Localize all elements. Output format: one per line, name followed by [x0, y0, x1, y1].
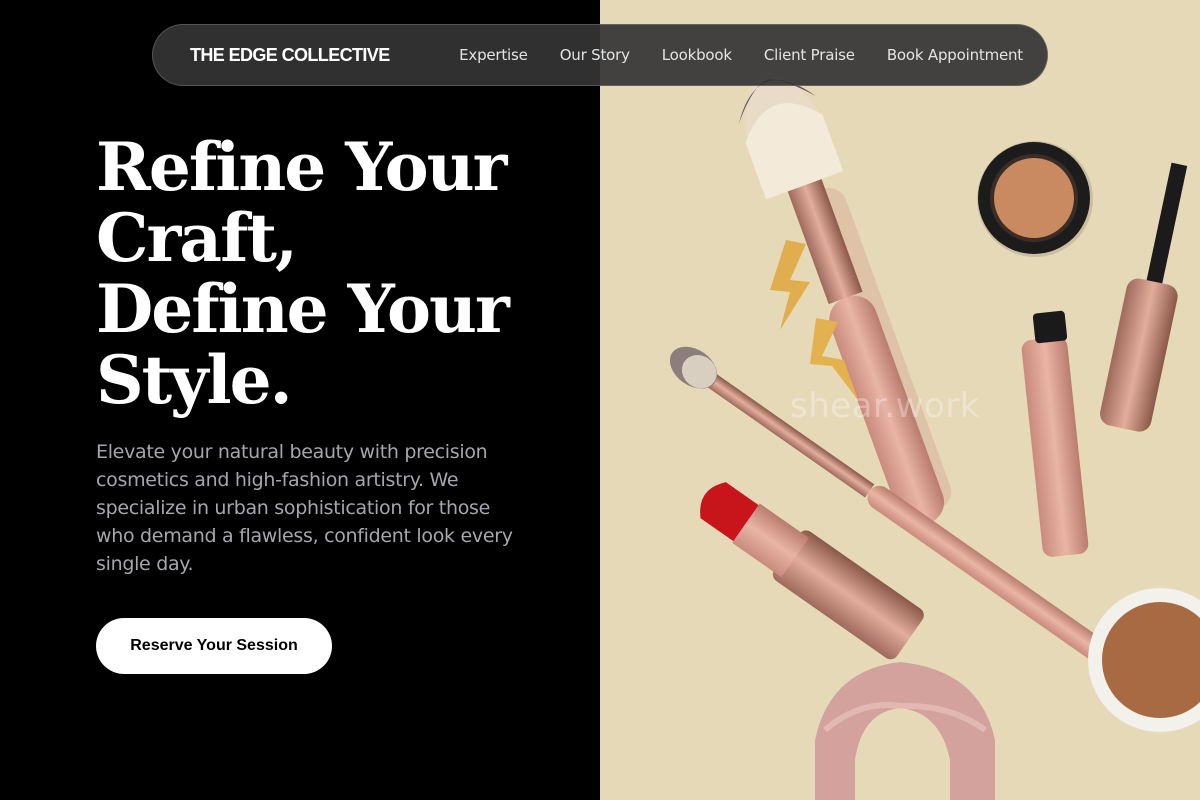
nav-link-book-appointment[interactable]: Book Appointment	[887, 46, 1023, 64]
hero-title-line-3: Define Your	[96, 270, 510, 348]
nav-link-expertise[interactable]: Expertise	[459, 46, 528, 64]
brand-logo[interactable]: THE EDGE COLLECTIVE	[190, 45, 390, 66]
nav-link-our-story[interactable]: Our Story	[560, 46, 630, 64]
hero-title: Refine Your Craft, Define Your Style.	[96, 132, 576, 416]
reserve-session-button[interactable]: Reserve Your Session	[96, 618, 332, 674]
hero-title-line-4: Style.	[96, 341, 293, 419]
nav-link-lookbook[interactable]: Lookbook	[662, 46, 732, 64]
nav-links: Expertise Our Story Lookbook Client Prai…	[459, 46, 1023, 64]
nav-link-client-praise[interactable]: Client Praise	[764, 46, 855, 64]
top-navigation-bar: THE EDGE COLLECTIVE Expertise Our Story …	[152, 24, 1048, 86]
hero-title-line-1: Refine Your	[96, 128, 507, 206]
hero-description: Elevate your natural beauty with precisi…	[96, 441, 513, 575]
hero-title-line-2: Craft,	[96, 199, 298, 277]
watermark-text: shear.work	[790, 386, 980, 426]
